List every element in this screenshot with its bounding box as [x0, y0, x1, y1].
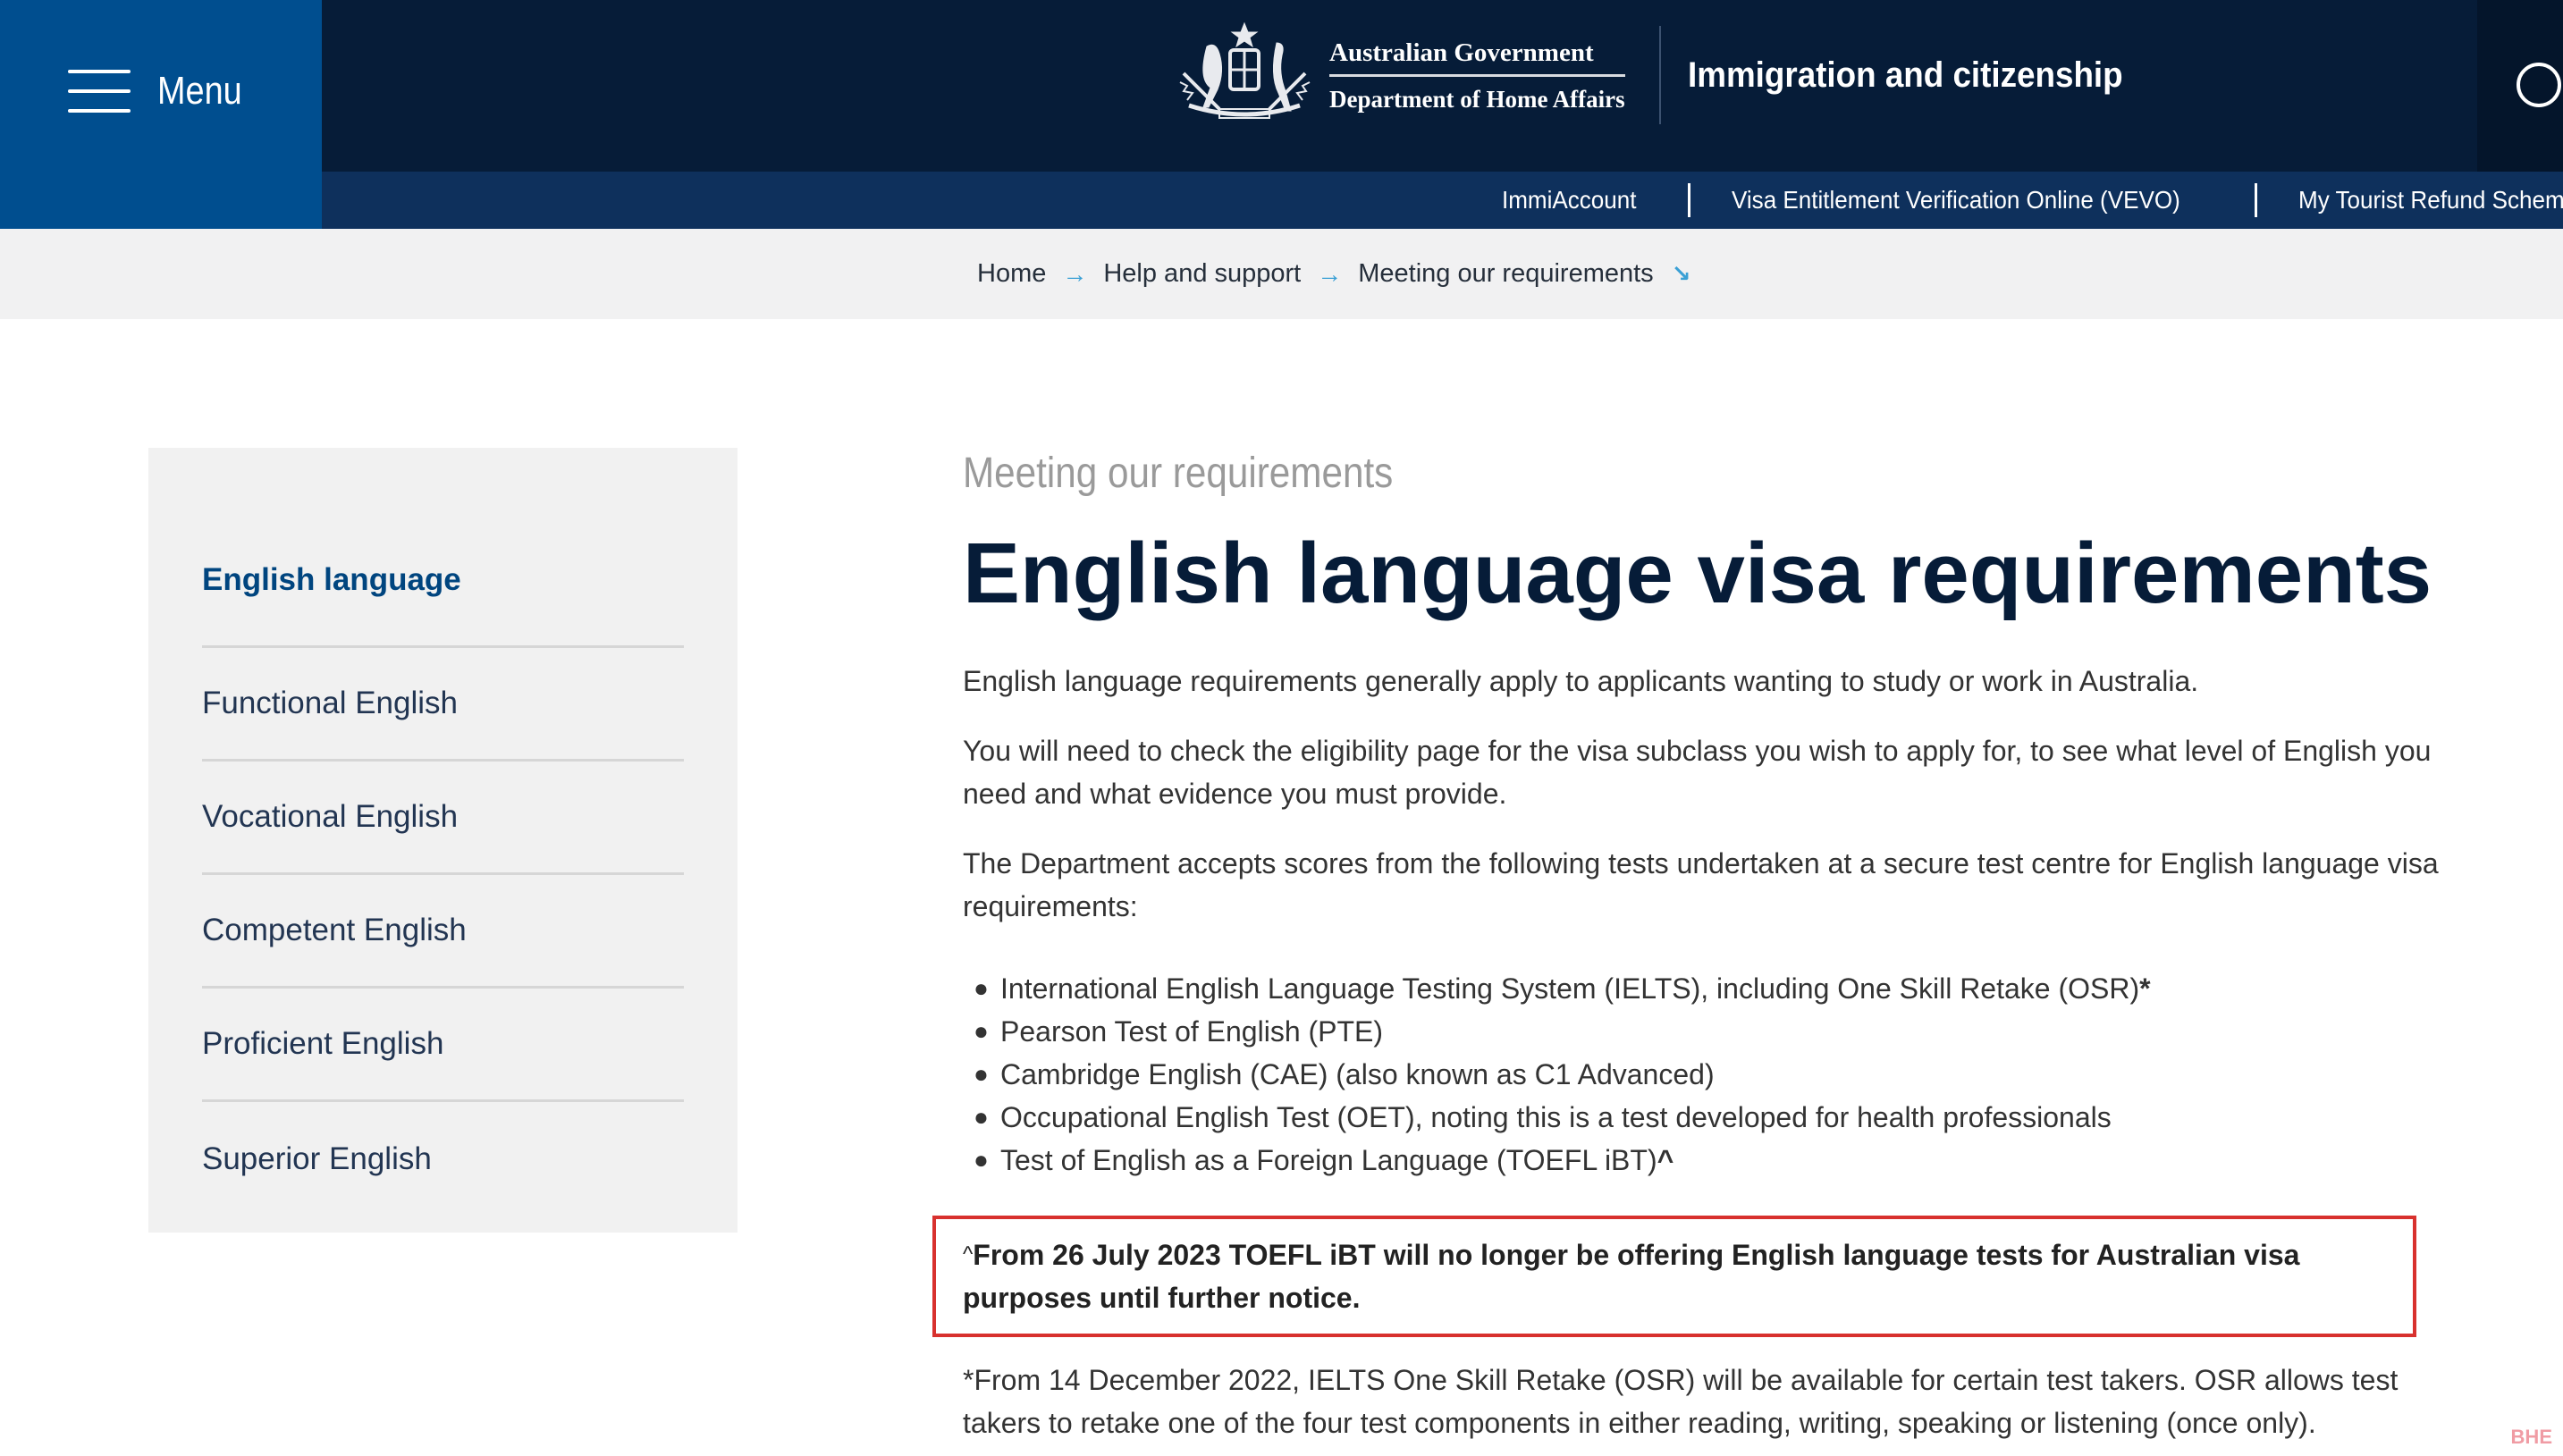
wordmark-rule	[1329, 73, 1625, 77]
sidebar-item-proficient-english[interactable]: Proficient English	[202, 989, 684, 1102]
util-link-vevo[interactable]: Visa Entitlement Verification Online (VE…	[1732, 186, 2180, 215]
sidebar-item-vocational-english[interactable]: Vocational English	[202, 762, 684, 875]
list-item: ● Occupational English Test (OET), noting…	[974, 1096, 2500, 1139]
site-name[interactable]: Immigration and citizenship	[1688, 55, 2123, 96]
util-link-immiaccount[interactable]: ImmiAccount	[1502, 186, 1637, 215]
util-divider	[2255, 183, 2258, 217]
test-name: Cambridge English (CAE) (also known as C…	[1000, 1058, 1715, 1090]
main-content: Meeting our requirements English languag…	[932, 438, 2500, 1444]
ielts-osr-footnote: *From 14 December 2022, IELTS One Skill …	[963, 1364, 2399, 1439]
accepted-tests-list: ● International English Language Testing …	[963, 967, 2500, 1182]
menu-button[interactable]: Menu	[0, 0, 322, 229]
utility-nav: ImmiAccount Visa Entitlement Verificatio…	[322, 172, 2563, 229]
arrow-down-right-icon[interactable]: ↘	[1672, 260, 1691, 288]
sidebar-nav: English language Functional English Voca…	[148, 448, 738, 1233]
notice-text: From 26 July 2023 TOEFL iBT will no long…	[963, 1239, 2300, 1314]
footnote-mark: ^	[1657, 1144, 1674, 1176]
list-item: ● Test of English as a Foreign Language (…	[974, 1139, 2500, 1182]
intro-paragraph: English language requirements generally …	[963, 665, 2199, 697]
sidebar-item-superior-english[interactable]: Superior English	[202, 1102, 684, 1216]
page-title: English language visa requirements	[963, 526, 2432, 621]
home-logo-link[interactable]: Australian Government Department of Home…	[1171, 20, 2161, 130]
util-divider	[1687, 183, 1690, 217]
breadcrumb-bar: Home → Help and support → Meeting our re…	[0, 229, 2563, 319]
breadcrumb-help-and-support[interactable]: Help and support	[1103, 259, 1301, 289]
hamburger-icon	[68, 70, 131, 113]
footnote-mark: *	[2139, 972, 2151, 1005]
government-wordmark: Australian Government Department of Home…	[1329, 37, 1625, 114]
top-bar: Australian Government Department of Home…	[322, 0, 2563, 172]
sidebar-item-functional-english[interactable]: Functional English	[202, 648, 684, 762]
menu-label: Menu	[157, 69, 242, 113]
site-header: Menu Australian Government Department of…	[0, 0, 2563, 229]
bullet-icon: ●	[974, 1017, 989, 1045]
bullet-icon: ●	[974, 1060, 989, 1088]
notice-caret: ^	[963, 1242, 974, 1267]
arrow-right-icon: →	[1317, 259, 1343, 288]
list-item: ● Cambridge English (CAE) (also known as …	[974, 1053, 2500, 1096]
breadcrumb-home[interactable]: Home	[977, 259, 1046, 289]
test-name: Test of English as a Foreign Language (T…	[1000, 1144, 1657, 1176]
logo-divider	[1658, 26, 1661, 124]
test-name: Pearson Test of English (PTE)	[1000, 1015, 1384, 1048]
list-item: ● Pearson Test of English (PTE)	[974, 1010, 2500, 1053]
list-item: ● International English Language Testing …	[974, 967, 2500, 1010]
section-kicker: Meeting our requirements	[963, 450, 1394, 497]
search-icon	[2517, 63, 2561, 107]
gov-line1: Australian Government	[1329, 38, 1594, 67]
eligibility-paragraph: You will need to check the eligibility p…	[963, 735, 2432, 810]
breadcrumb-meeting-requirements[interactable]: Meeting our requirements	[1358, 259, 1653, 289]
gov-line2: Department of Home Affairs	[1329, 85, 1625, 113]
bullet-icon: ●	[974, 1146, 989, 1174]
accepted-tests-paragraph: The Department accepts scores from the f…	[963, 847, 2439, 922]
sidebar-item-english-language[interactable]: English language	[202, 526, 684, 648]
sidebar-item-competent-english[interactable]: Competent English	[202, 875, 684, 989]
test-name: Occupational English Test (OET), noting …	[1000, 1101, 2112, 1133]
test-name: International English Language Testing S…	[1000, 972, 2140, 1005]
watermark: BHE	[2510, 1426, 2552, 1448]
util-link-tourist-refund[interactable]: My Tourist Refund Scheme (T	[2298, 186, 2563, 215]
search-button[interactable]	[2477, 0, 2563, 172]
toefl-notice-highlight: ^From 26 July 2023 TOEFL iBT will no lon…	[932, 1216, 2416, 1337]
bullet-icon: ●	[974, 974, 989, 1002]
arrow-right-icon: →	[1062, 259, 1088, 288]
coat-of-arms-icon	[1179, 21, 1311, 119]
breadcrumb: Home → Help and support → Meeting our re…	[977, 229, 1690, 319]
bullet-icon: ●	[974, 1103, 989, 1131]
